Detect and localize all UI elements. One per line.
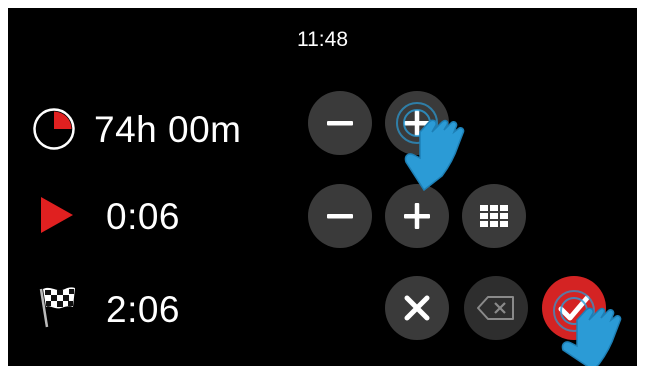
elapsed-time-value: 0:06: [106, 196, 181, 237]
backspace-icon: [477, 296, 514, 320]
confirm-button[interactable]: [542, 276, 606, 340]
pie-timer-icon: [32, 107, 76, 156]
cancel-button[interactable]: [385, 276, 449, 340]
total-time-value: 74h 00m: [94, 109, 242, 150]
keypad-icon: [480, 205, 508, 227]
checkered-flag-icon: [35, 283, 79, 334]
keypad-button[interactable]: [462, 184, 526, 248]
finish-time-value: 2:06: [106, 289, 181, 330]
device-screen: 11:48 74h 00m 0:06 2:06: [8, 8, 637, 366]
status-time: 11:48: [297, 28, 348, 51]
close-icon: [404, 295, 430, 321]
total-time-decrement-button[interactable]: [308, 91, 372, 155]
elapsed-increment-button[interactable]: [385, 184, 449, 248]
elapsed-decrement-button[interactable]: [308, 184, 372, 248]
play-icon: [39, 195, 75, 240]
total-time-increment-button[interactable]: [385, 91, 449, 155]
check-icon: [558, 295, 590, 321]
backspace-button[interactable]: [464, 276, 528, 340]
